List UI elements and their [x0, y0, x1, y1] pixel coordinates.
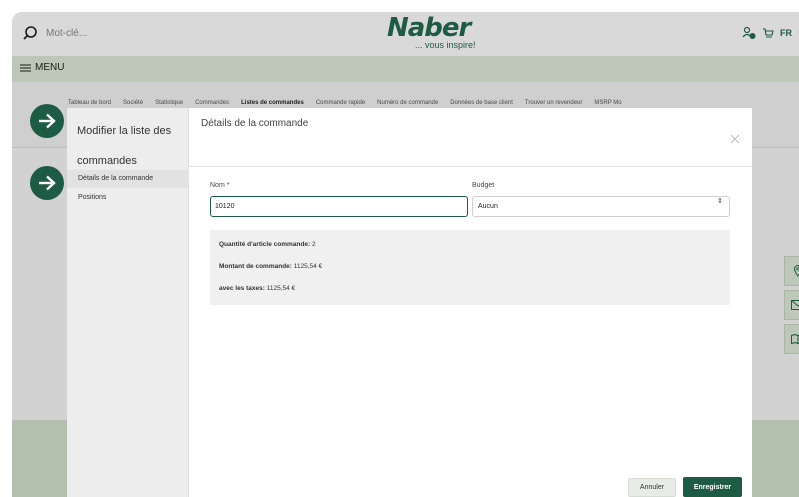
modal-title: Détails de la commande [201, 118, 309, 129]
nav-item-commande-rapide[interactable]: Commande rapide [316, 100, 365, 106]
name-label: Nom * [210, 182, 230, 189]
cart-icon[interactable] [762, 27, 774, 39]
nav-item-commandes[interactable]: Commandes [195, 100, 229, 106]
mail-icon [791, 300, 799, 310]
quantity-line: Quantité d'article commande: 2 [219, 241, 316, 248]
modal-divider [189, 166, 752, 167]
top-bar: Naber ... vous inspire! FR [12, 12, 799, 56]
close-icon[interactable] [730, 134, 740, 144]
nav-item-donnees-client[interactable]: Données de base client [450, 100, 513, 106]
nav-item-numero-de-commande[interactable]: Numéro de commande [377, 100, 438, 106]
budget-select[interactable]: Aucun ⇕ [472, 196, 730, 217]
hamburger-icon [20, 64, 31, 71]
logo-tagline: ... vous inspire! [415, 40, 476, 50]
menu-button[interactable]: MENU [20, 62, 64, 73]
language-selector[interactable]: FR [780, 28, 792, 38]
nav-item-listes-de-commandes[interactable]: Listes de commandes [241, 100, 304, 106]
search-icon[interactable] [22, 25, 38, 41]
arrow-right-icon [39, 175, 56, 191]
tax-label: avec les taxes: [219, 285, 265, 292]
budget-label: Budget [472, 182, 495, 189]
catalog-button[interactable] [784, 324, 799, 354]
book-icon [791, 334, 799, 344]
quantity-label: Quantité d'article commande: [219, 241, 311, 248]
arrow-marker-2 [30, 166, 64, 200]
sidebar-item-order-details[interactable]: Détails de la commande [67, 170, 189, 188]
edit-order-list-modal: Modifier la liste des commandes Détails … [67, 108, 752, 497]
nav-item-statistique[interactable]: Statistique [155, 100, 183, 106]
nav-items: Tableau de bord Société Statistique Comm… [68, 100, 634, 106]
name-input[interactable] [210, 196, 468, 217]
order-summary: Quantité d'article commande: 2 Montant d… [210, 230, 730, 305]
budget-selected-value: Aucun [478, 203, 498, 210]
cancel-button[interactable]: Annuler [628, 478, 676, 497]
modal-sidebar: Modifier la liste des commandes Détails … [67, 108, 189, 497]
modal-sidebar-title: Modifier la liste des commandes [77, 125, 172, 167]
header-actions: FR [742, 26, 799, 40]
logo-wordmark: Naber [387, 13, 471, 43]
location-pin-icon [793, 265, 799, 277]
select-arrows-icon: ⇕ [717, 197, 723, 205]
amount-value: 1125,54 € [293, 263, 323, 270]
arrow-marker-1 [30, 104, 64, 138]
tax-value: 1125,54 € [266, 285, 296, 292]
user-check-icon[interactable] [742, 26, 756, 40]
save-button[interactable]: Enregistrer [683, 477, 742, 497]
brand-logo[interactable]: Naber ... vous inspire! [387, 13, 487, 52]
nav-item-societe[interactable]: Société [123, 100, 143, 106]
quantity-value: 2 [311, 241, 316, 248]
menu-bar: MENU [12, 56, 799, 82]
nav-item-tableau-de-bord[interactable]: Tableau de bord [68, 100, 111, 106]
tax-line: avec les taxes: 1125,54 € [219, 285, 295, 292]
nav-item-trouver-revendeur[interactable]: Trouver un revendeur [525, 100, 582, 106]
amount-line: Montant de commande: 1125,54 € [219, 263, 322, 270]
nav-item-msrp[interactable]: MSRP Mo [594, 100, 621, 106]
modal-main: Détails de la commande Nom * Budget Aucu… [189, 108, 752, 497]
amount-label: Montant de commande: [219, 263, 292, 270]
arrow-right-icon [39, 113, 56, 129]
search-input[interactable] [46, 23, 246, 43]
sidebar-item-positions[interactable]: Positions [67, 189, 189, 207]
location-button[interactable] [784, 256, 799, 286]
mail-button[interactable] [784, 290, 799, 320]
menu-label: MENU [35, 62, 65, 73]
side-quick-links [784, 256, 799, 354]
